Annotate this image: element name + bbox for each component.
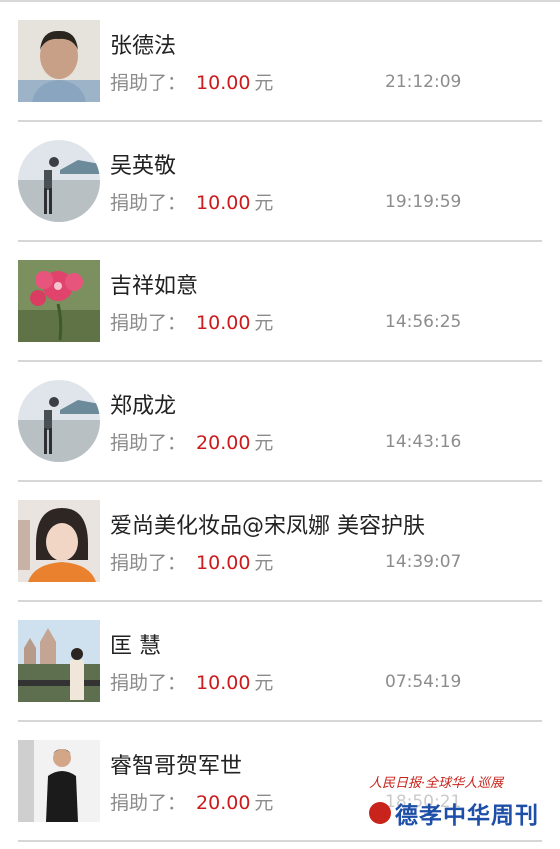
watermark-logo: 人民日报·全球华人巡展 德孝中华周刊 bbox=[365, 772, 545, 834]
donation-label: 捐助了： bbox=[110, 432, 187, 454]
currency-unit: 元 bbox=[254, 192, 274, 214]
list-item[interactable]: 吴英敬 捐助了： 10.00 元 19:19:59 bbox=[18, 122, 542, 242]
list-item[interactable]: 吉祥如意 捐助了： 10.00 元 14:56:25 bbox=[18, 242, 542, 362]
donation-label: 捐助了： bbox=[110, 552, 187, 574]
donation-time: 19:19:59 bbox=[385, 192, 462, 212]
donation-line: 捐助了： 10.00 元 bbox=[110, 308, 273, 335]
donation-label: 捐助了： bbox=[110, 192, 187, 214]
donation-time: 21:12:09 bbox=[385, 72, 462, 92]
donation-label: 捐助了： bbox=[110, 312, 187, 334]
donation-amount: 10.00 bbox=[196, 192, 251, 214]
portrait-photo bbox=[18, 20, 100, 102]
donor-name: 吴英敬 bbox=[110, 154, 177, 179]
donor-name: 吉祥如意 bbox=[110, 274, 199, 299]
list-item[interactable]: 匡 慧 捐助了： 10.00 元 07:54:19 bbox=[18, 602, 542, 722]
list-item[interactable]: 爱尚美化妆品@宋凤娜 美容护肤 捐助了： 10.00 元 14:39:07 bbox=[18, 482, 542, 602]
seal-icon bbox=[369, 802, 391, 824]
donation-amount: 10.00 bbox=[196, 312, 251, 334]
donation-line: 捐助了： 10.00 元 bbox=[110, 668, 273, 695]
donor-name: 爱尚美化妆品@宋凤娜 美容护肤 bbox=[110, 514, 425, 539]
donation-line: 捐助了： 10.00 元 bbox=[110, 188, 273, 215]
currency-unit: 元 bbox=[254, 432, 274, 454]
donation-label: 捐助了： bbox=[110, 72, 187, 94]
donor-name: 郑成龙 bbox=[110, 394, 177, 419]
donation-amount: 10.00 bbox=[196, 672, 251, 694]
donation-line: 捐助了： 10.00 元 bbox=[110, 548, 273, 575]
list-item[interactable]: 郑成龙 捐助了： 20.00 元 14:43:16 bbox=[18, 362, 542, 482]
donation-amount: 10.00 bbox=[196, 552, 251, 574]
flower-photo bbox=[18, 260, 100, 342]
castle-photo bbox=[18, 620, 100, 702]
donation-amount: 10.00 bbox=[196, 72, 251, 94]
watermark-top-text: 人民日报·全球华人巡展 bbox=[369, 776, 504, 791]
currency-unit: 元 bbox=[254, 792, 274, 814]
donation-line: 捐助了： 10.00 元 bbox=[110, 68, 273, 95]
donation-amount: 20.00 bbox=[196, 432, 251, 454]
default-avatar-photo bbox=[18, 140, 100, 222]
donation-time: 14:43:16 bbox=[385, 432, 462, 452]
currency-unit: 元 bbox=[254, 72, 274, 94]
donation-label: 捐助了： bbox=[110, 672, 187, 694]
donor-name: 张德法 bbox=[110, 34, 177, 59]
currency-unit: 元 bbox=[254, 672, 274, 694]
donor-name: 睿智哥贺军世 bbox=[110, 754, 243, 779]
donation-label: 捐助了： bbox=[110, 792, 187, 814]
currency-unit: 元 bbox=[254, 312, 274, 334]
man-standing-photo bbox=[18, 740, 100, 822]
donation-amount: 20.00 bbox=[196, 792, 251, 814]
donation-line: 捐助了： 20.00 元 bbox=[110, 428, 273, 455]
woman-portrait-photo bbox=[18, 500, 100, 582]
donation-list: 张德法 捐助了： 10.00 元 21:12:09 吴英敬 捐助了： 10.00 元 1… bbox=[0, 2, 560, 842]
donation-time: 14:39:07 bbox=[385, 552, 462, 572]
donation-time: 14:56:25 bbox=[385, 312, 462, 332]
donor-name: 匡 慧 bbox=[110, 634, 161, 659]
default-avatar-photo bbox=[18, 380, 100, 462]
donation-line: 捐助了： 20.00 元 bbox=[110, 788, 273, 815]
donation-time: 07:54:19 bbox=[385, 672, 462, 692]
currency-unit: 元 bbox=[254, 552, 274, 574]
list-item[interactable]: 张德法 捐助了： 10.00 元 21:12:09 bbox=[18, 2, 542, 122]
watermark-main-text: 德孝中华周刊 bbox=[395, 803, 539, 829]
